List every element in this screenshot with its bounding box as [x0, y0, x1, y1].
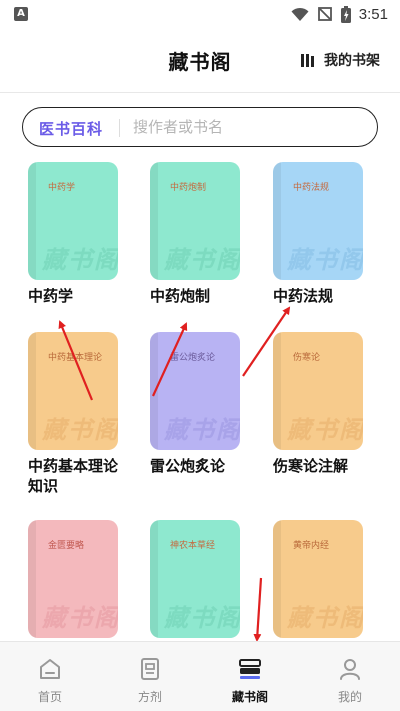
- cover-spine: [273, 332, 281, 450]
- home-icon: [40, 659, 60, 679]
- book-title-line-2[interactable]: 知识: [28, 476, 146, 496]
- cover-watermark: 藏书阁: [287, 603, 363, 632]
- cover-spine: [273, 162, 281, 280]
- cover-spine: [273, 520, 281, 638]
- cover-title: 雷公炮炙论: [170, 353, 216, 363]
- cover-spine: [150, 520, 158, 638]
- wifi-icon: [291, 7, 309, 21]
- search-category-label[interactable]: 医书百科: [39, 118, 103, 139]
- battery-charging-icon: [340, 5, 351, 23]
- book-cover[interactable]: 中药基本理论 藏书阁: [28, 332, 118, 450]
- cover-spine: [150, 162, 158, 280]
- cover-watermark: 藏书阁: [42, 415, 118, 444]
- nav-profile[interactable]: 我的: [300, 642, 400, 711]
- book-cover[interactable]: 中药炮制 藏书阁: [150, 162, 240, 280]
- cover-title: 神农本草经: [170, 541, 216, 551]
- nav-library[interactable]: 藏书阁: [200, 642, 300, 711]
- cover-watermark: 藏书阁: [287, 245, 363, 274]
- top-header: 藏书阁 我的书架: [0, 28, 400, 92]
- book-title[interactable]: 中药炮制: [150, 286, 268, 306]
- cover-spine: [28, 332, 36, 450]
- cover-watermark: 藏书阁: [42, 245, 118, 274]
- cover-watermark: 藏书阁: [164, 603, 240, 632]
- app-notification-icon: A: [14, 7, 28, 21]
- header-divider: [0, 92, 400, 93]
- cover-title: 黄帝内经: [293, 541, 330, 551]
- no-sim-icon: [317, 7, 332, 21]
- book-cover[interactable]: 伤寒论 藏书阁: [273, 332, 363, 450]
- cover-watermark: 藏书阁: [287, 415, 363, 444]
- clock: 3:51: [358, 5, 388, 23]
- user-icon: [340, 659, 360, 680]
- bottom-navigation: 首页 方剂 藏书阁 我的: [0, 641, 400, 711]
- book-title-line-1[interactable]: 中药基本理论: [28, 456, 146, 476]
- cover-spine: [150, 332, 158, 450]
- book-cover[interactable]: 中药法规 藏书阁: [273, 162, 363, 280]
- my-bookshelf-label: 我的书架: [324, 53, 380, 69]
- cover-title: 金匮要略: [48, 541, 85, 551]
- books-icon: [239, 659, 261, 679]
- book-cover[interactable]: 神农本草经 藏书阁: [150, 520, 240, 638]
- cover-watermark: 藏书阁: [164, 245, 240, 274]
- cover-spine: [28, 520, 36, 638]
- nav-home[interactable]: 首页: [0, 642, 100, 711]
- cover-title: 中药学: [48, 183, 76, 193]
- arrow: [253, 577, 263, 642]
- status-bar: A 3:51: [0, 0, 400, 28]
- cover-title: 伤寒论: [293, 353, 321, 363]
- cover-title: 中药法规: [293, 183, 330, 193]
- book-title[interactable]: 雷公炮炙论: [150, 456, 268, 476]
- book-cover[interactable]: 中药学 藏书阁: [28, 162, 118, 280]
- nav-home-label: 首页: [37, 690, 62, 704]
- nav-profile-label: 我的: [337, 690, 362, 704]
- search-bar[interactable]: 医书百科: [22, 107, 378, 147]
- book-cover[interactable]: 金匮要略 藏书阁: [28, 520, 118, 638]
- nav-prescriptions[interactable]: 方剂: [100, 642, 200, 711]
- cover-title: 中药基本理论: [48, 353, 103, 363]
- nav-prescriptions-label: 方剂: [137, 690, 162, 704]
- cover-title: 中药炮制: [170, 183, 207, 193]
- status-icons: 3:51: [291, 4, 388, 24]
- document-icon: [141, 658, 159, 680]
- nav-library-label: 藏书阁: [231, 690, 268, 704]
- book-cover[interactable]: 黄帝内经 藏书阁: [273, 520, 363, 638]
- cover-spine: [28, 162, 36, 280]
- book-title[interactable]: 伤寒论注解: [273, 456, 391, 476]
- cover-watermark: 藏书阁: [164, 415, 240, 444]
- bookshelf-icon: [301, 54, 314, 67]
- book-cover[interactable]: 雷公炮炙论 藏书阁: [150, 332, 240, 450]
- my-bookshelf-button[interactable]: 我的书架: [300, 50, 380, 70]
- search-input[interactable]: [133, 114, 363, 140]
- search-divider: [119, 119, 120, 137]
- book-title[interactable]: 中药法规: [273, 286, 391, 306]
- cover-watermark: 藏书阁: [42, 603, 118, 632]
- book-title[interactable]: 中药学: [28, 286, 146, 306]
